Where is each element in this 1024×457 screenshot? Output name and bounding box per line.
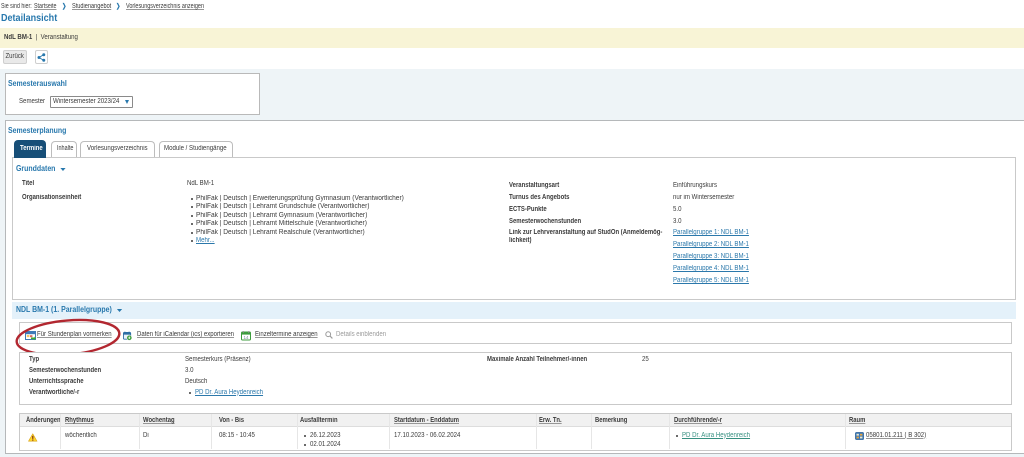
svg-text:14: 14 — [243, 334, 249, 339]
